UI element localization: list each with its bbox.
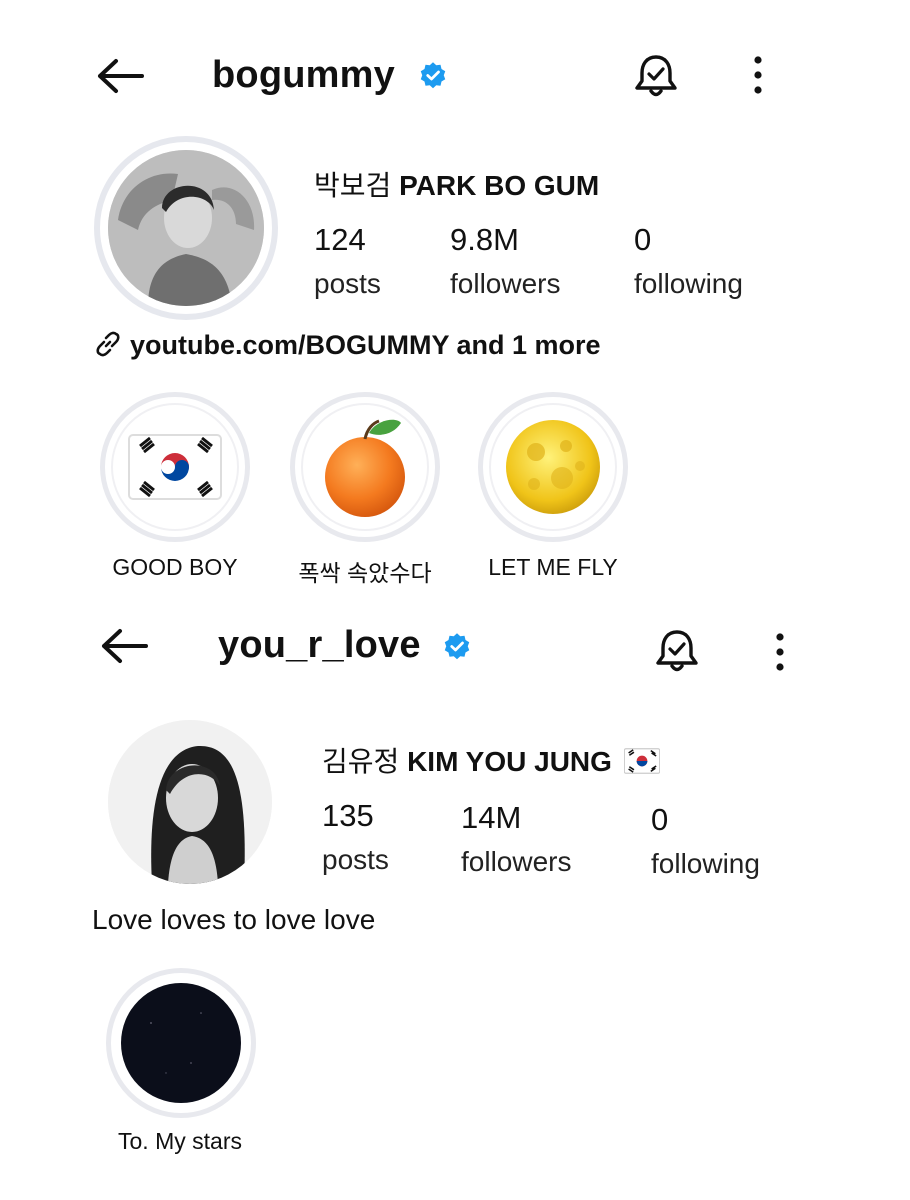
full-name-korean: 박보검 [314, 170, 392, 201]
stat-value: 0 [651, 802, 669, 837]
stat-label: following [651, 848, 760, 879]
highlight-good-boy[interactable] [100, 392, 250, 542]
stat-followers[interactable]: 14M followers [461, 800, 571, 878]
highlight-tangerine[interactable] [290, 392, 440, 542]
stat-label: posts [314, 268, 381, 299]
link-text: youtube.com/BOGUMMY and 1 more [130, 330, 601, 360]
stat-value: 0 [634, 222, 652, 257]
stat-value: 9.8M [450, 222, 519, 257]
verified-badge-icon [420, 62, 446, 89]
profile-username: bogummy [212, 54, 395, 96]
korea-flag-icon [128, 434, 222, 500]
full-name-korean: 김유정 [322, 746, 400, 777]
highlight-label: LET ME FLY [488, 554, 618, 580]
link-icon [96, 331, 120, 357]
highlight-label: 폭싹 속았수다 [298, 560, 432, 586]
avatar [108, 150, 264, 306]
stat-posts[interactable]: 124 posts [314, 222, 381, 300]
stat-label: followers [450, 268, 561, 299]
stat-value: 124 [314, 222, 366, 257]
more-options-icon[interactable] [751, 53, 765, 97]
back-arrow-icon[interactable] [92, 56, 152, 96]
profile-full-name: 박보검 PARK BO GUM [314, 164, 599, 204]
profile-photo-icon [108, 150, 264, 306]
highlight-label: GOOD BOY [112, 554, 238, 580]
stat-following[interactable]: 0 following [651, 802, 760, 880]
highlight-label: To. My stars [118, 1128, 242, 1154]
stat-label: following [634, 268, 743, 299]
more-options-icon[interactable] [773, 630, 787, 674]
stat-value: 14M [461, 800, 522, 835]
profile-full-name: 김유정 KIM YOU JUNG [322, 740, 660, 780]
profile-bio: Love loves to love love [92, 904, 376, 935]
stat-label: followers [461, 846, 572, 877]
notification-bell-icon[interactable] [631, 51, 681, 101]
full-moon-icon [506, 420, 600, 514]
stat-followers[interactable]: 9.8M followers [450, 222, 560, 300]
stat-value: 135 [322, 798, 374, 833]
korea-flag-icon [623, 748, 660, 774]
back-arrow-icon[interactable] [96, 626, 156, 666]
profile-avatar-ring[interactable] [94, 136, 278, 320]
starry-night-icon [121, 983, 241, 1103]
profile-link[interactable]: youtube.com/BOGUMMY and 1 more [92, 328, 601, 361]
notification-bell-icon[interactable] [652, 626, 702, 676]
avatar[interactable] [108, 720, 272, 884]
stat-posts[interactable]: 135 posts [322, 798, 389, 876]
highlight-my-stars[interactable] [106, 968, 256, 1118]
stat-label: posts [322, 844, 389, 875]
full-name-english: KIM YOU JUNG [407, 746, 612, 777]
highlight-moon[interactable] [478, 392, 628, 542]
verified-badge-icon [444, 633, 470, 660]
stat-following[interactable]: 0 following [634, 222, 743, 300]
tangerine-icon [325, 419, 405, 517]
profile-username: you_r_love [218, 624, 421, 666]
profile-photo-icon [108, 720, 272, 884]
full-name-english: PARK BO GUM [399, 170, 600, 201]
